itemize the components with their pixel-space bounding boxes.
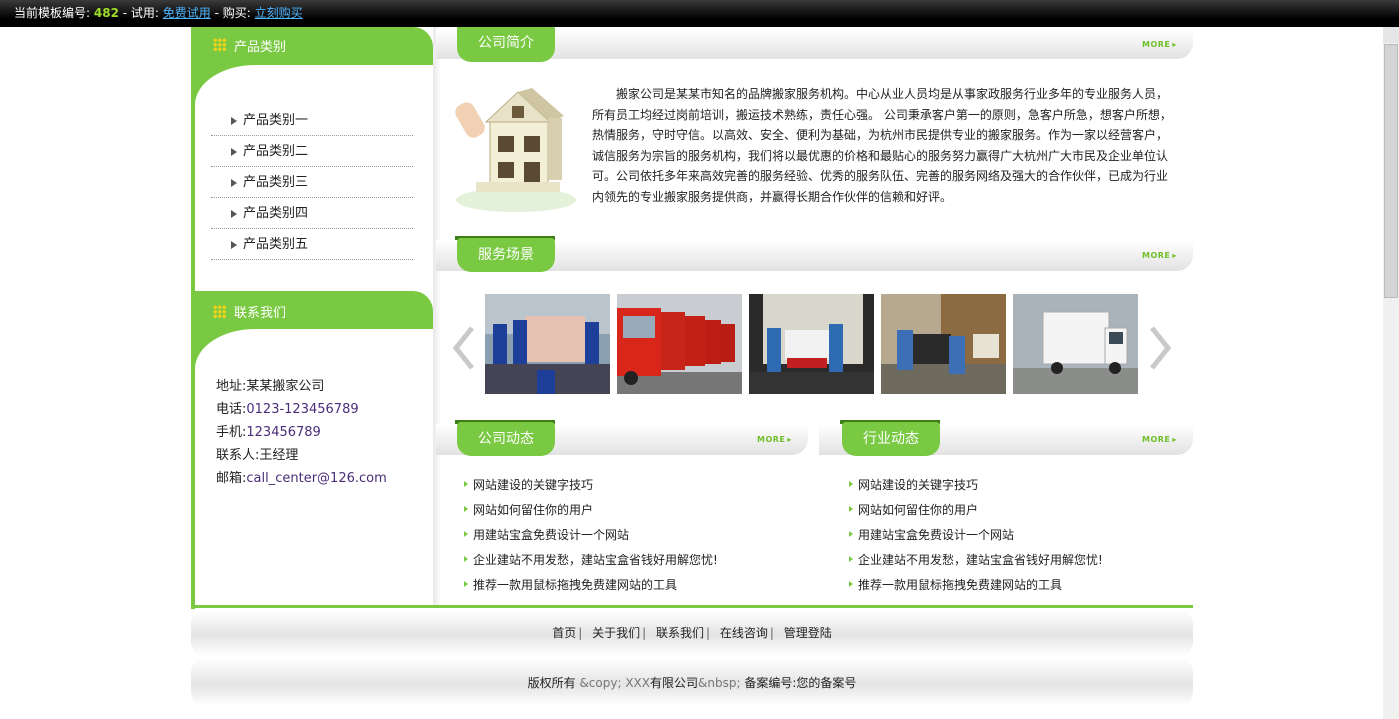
buy-label: - 购买: (214, 6, 251, 20)
grid-dots-icon (213, 305, 226, 318)
copyright-icp: 备案编号:您的备案号 (744, 676, 857, 690)
company-news-item[interactable]: 网站建设的关键字技巧 (463, 476, 593, 493)
contact-title: 联系我们 (234, 306, 287, 321)
footer-link-contact[interactable]: 联系我们 (656, 626, 704, 640)
contact-label: 手机: (216, 425, 247, 440)
category-item[interactable]: 产品类别三 (211, 168, 413, 198)
contact-label: 地址: (216, 379, 247, 394)
scene-photo[interactable] (617, 294, 742, 394)
page-frame-bottom (191, 605, 1193, 608)
scene-photo[interactable] (485, 294, 610, 394)
footer-separator: | (706, 626, 711, 640)
scene-photo[interactable] (881, 294, 1006, 394)
about-more-link[interactable]: MORE (1142, 40, 1177, 49)
category-item[interactable]: 产品类别一 (211, 106, 413, 136)
contact-phone: 电话:0123-123456789 (216, 398, 359, 417)
company-news-item[interactable]: 网站如何留住你的用户 (463, 501, 593, 518)
template-label: 当前模板编号: (14, 6, 91, 20)
copyright-company: 有限公司 (650, 676, 699, 690)
footer-link-admin[interactable]: 管理登陆 (784, 626, 832, 640)
scroll-up-arrow[interactable] (1383, 27, 1399, 43)
copyright-nbsp: &nbsp; (698, 676, 745, 690)
contact-header (195, 291, 433, 329)
company-news-item[interactable]: 用建站宝盒免费设计一个网站 (463, 526, 629, 543)
industry-news-tab[interactable]: 行业动态 (842, 422, 940, 456)
footer-separator: | (769, 626, 774, 640)
contact-mobile: 手机:123456789 (216, 421, 321, 440)
industry-news-more-link[interactable]: MORE (1142, 435, 1177, 444)
copyright-entity: &copy; XXX (579, 676, 650, 690)
footer-link-consult[interactable]: 在线咨询 (720, 626, 768, 640)
category-item[interactable]: 产品类别五 (211, 230, 413, 260)
contact-address: 地址:某某搬家公司 (216, 375, 324, 394)
categories-header (195, 27, 433, 65)
buy-now-link[interactable]: 立刻购买 (255, 6, 303, 20)
category-item[interactable]: 产品类别四 (211, 199, 413, 229)
scenes-more-link[interactable]: MORE (1142, 251, 1177, 260)
scene-photo[interactable] (1013, 294, 1138, 394)
industry-news-item[interactable]: 网站建设的关键字技巧 (848, 476, 978, 493)
contact-person: 联系人:王经理 (216, 444, 298, 463)
contact-email: 邮箱:call_center@126.com (216, 467, 387, 486)
footer-separator: | (642, 626, 647, 640)
company-news-tab[interactable]: 公司动态 (457, 422, 555, 456)
house-illustration (455, 88, 576, 212)
scene-photo[interactable] (749, 294, 874, 394)
contact-label: 邮箱: (216, 471, 247, 486)
contact-header-curve (195, 329, 433, 369)
footer-link-about[interactable]: 关于我们 (592, 626, 640, 640)
copyright-label: 版权所有 (527, 676, 580, 690)
contact-value: 某某搬家公司 (246, 379, 325, 394)
company-news-more-link[interactable]: MORE (757, 435, 792, 444)
industry-news-item[interactable]: 网站如何留住你的用户 (848, 501, 978, 518)
contact-value: 王经理 (259, 448, 299, 463)
contact-label: 电话: (216, 402, 247, 417)
about-text: 搬家公司是某某市知名的品牌搬家服务机构。中心从业人员均是从事家政服务行业多年的专… (592, 87, 1172, 204)
company-news-item[interactable]: 企业建站不用发愁，建站宝盒省钱好用解您忧! (464, 551, 718, 568)
industry-news-item[interactable]: 推荐一款用鼠标拖拽免费建网站的工具 (848, 576, 1062, 593)
contact-value: 0123-123456789 (246, 402, 359, 417)
industry-news-item[interactable]: 企业建站不用发愁，建站宝盒省钱好用解您忧! (849, 551, 1103, 568)
contact-value: call_center@126.com (246, 471, 387, 486)
contact-label: 联系人: (216, 448, 260, 463)
trial-label: - 试用: (122, 6, 159, 20)
template-number: 482 (93, 6, 119, 20)
industry-news-item[interactable]: 用建站宝盒免费设计一个网站 (848, 526, 1014, 543)
scrollbar-thumb[interactable] (1384, 44, 1398, 298)
chevron-left-icon[interactable] (452, 326, 476, 370)
template-info-bar: 当前模板编号: 482 - 试用: 免费试用 - 购买: 立刻购买 (0, 0, 1399, 27)
company-news-item[interactable]: 推荐一款用鼠标拖拽免费建网站的工具 (463, 576, 677, 593)
footer-separator: | (578, 626, 583, 640)
main-divider (433, 27, 441, 605)
category-item[interactable]: 产品类别二 (211, 137, 413, 167)
about-tab[interactable]: 公司简介 (457, 27, 555, 62)
categories-header-curve (195, 65, 433, 105)
grid-dots-icon (213, 38, 226, 51)
free-trial-link[interactable]: 免费试用 (163, 6, 211, 20)
chevron-right-icon[interactable] (1148, 326, 1172, 370)
footer-copyright: 版权所有 &copy; XXX有限公司&nbsp; 备案编号:您的备案号 (191, 674, 1193, 691)
scenes-tab[interactable]: 服务场景 (457, 238, 555, 272)
footer-nav: 首页 | 关于我们 | 联系我们 | 在线咨询 | 管理登陆 (191, 624, 1193, 641)
contact-value: 123456789 (246, 425, 321, 440)
categories-title: 产品类别 (234, 40, 287, 55)
footer-link-home[interactable]: 首页 (552, 626, 576, 640)
